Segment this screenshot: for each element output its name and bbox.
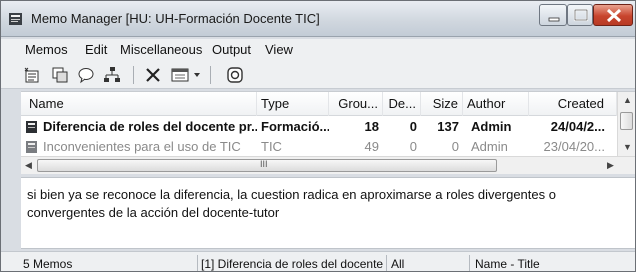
maximize-icon: [573, 8, 589, 22]
scroll-grip: III: [260, 159, 268, 169]
cell-density: 0: [409, 119, 417, 134]
cell-density: 0: [409, 139, 417, 154]
memo-text-pane[interactable]: si bien ya se reconoce la diferencia, la…: [21, 177, 635, 249]
cell-author: Admin: [471, 139, 508, 154]
menu-memos[interactable]: Memos: [25, 42, 68, 57]
table-header: Name Type Grou... De... Size Author Crea…: [21, 92, 617, 116]
status-separator: [197, 255, 198, 271]
menu-miscellaneous[interactable]: Miscellaneous: [120, 42, 202, 57]
column-header-type[interactable]: Type: [257, 92, 329, 116]
status-filter: All: [391, 257, 405, 271]
status-bar: 5 Memos [1] Diferencia de roles del doce…: [1, 251, 635, 271]
view-options-icon[interactable]: [171, 66, 189, 84]
menu-bar: Memos Edit Miscellaneous Output View: [1, 39, 635, 61]
horizontal-scrollbar[interactable]: ◀ III ▶: [21, 156, 635, 174]
cell-size: 0: [451, 139, 459, 154]
dropdown-arrow-icon[interactable]: [192, 66, 202, 84]
cell-type: TIC: [261, 139, 282, 154]
memo-manager-window: Memo Manager [HU: UH-Formación Docente T…: [0, 0, 636, 272]
status-separator: [386, 255, 387, 271]
cell-created: 24/04/2...: [550, 119, 605, 134]
cell-author: Admin: [471, 119, 512, 134]
horizontal-scroll-thumb[interactable]: III: [37, 159, 497, 172]
toolbar-separator: [133, 66, 134, 84]
scroll-down-icon[interactable]: ▼: [623, 142, 632, 152]
cell-name: Diferencia de roles del docente pr...: [43, 119, 257, 134]
column-header-groups[interactable]: Grou...: [329, 92, 383, 116]
left-margin: [1, 89, 21, 251]
column-header-created[interactable]: Created: [529, 92, 617, 116]
status-memo-count: 5 Memos: [23, 257, 73, 271]
memo-icon: [26, 141, 37, 153]
column-header-author[interactable]: Author: [463, 92, 529, 116]
table-row[interactable]: Inconvenientes para el uso de TIC TIC 49…: [21, 137, 617, 157]
menu-output[interactable]: Output: [212, 42, 251, 57]
vertical-scrollbar[interactable]: ▲ ▼: [617, 92, 635, 156]
tree-icon[interactable]: [103, 66, 121, 84]
refresh-icon[interactable]: [226, 66, 244, 84]
memo-text: si bien ya se reconoce la diferencia, la…: [27, 187, 556, 220]
cell-type: Formació...: [261, 119, 329, 134]
title-bar[interactable]: Memo Manager [HU: UH-Formación Docente T…: [1, 1, 635, 37]
status-current-memo: [1] Diferencia de roles del docente: [201, 257, 384, 271]
scroll-left-icon[interactable]: ◀: [25, 160, 32, 171]
new-memo-icon[interactable]: [23, 66, 41, 84]
menu-view[interactable]: View: [265, 42, 293, 57]
vertical-scroll-thumb[interactable]: [620, 112, 633, 130]
column-header-density[interactable]: De...: [383, 92, 421, 116]
toolbar-separator: [210, 66, 211, 84]
scroll-right-icon[interactable]: ▶: [607, 160, 614, 171]
memo-list-table: Name Type Grou... De... Size Author Crea…: [21, 91, 635, 174]
app-memo-icon: [9, 13, 22, 25]
memo-icon: [26, 121, 37, 133]
scroll-up-icon[interactable]: ▲: [623, 95, 632, 105]
table-row[interactable]: Diferencia de roles del docente pr... Fo…: [21, 117, 617, 137]
minimize-button[interactable]: [539, 4, 567, 26]
column-header-size[interactable]: Size: [421, 92, 463, 116]
status-separator: [469, 255, 470, 271]
close-button[interactable]: [593, 4, 633, 26]
minimize-icon: [548, 17, 560, 22]
toolbar: [1, 61, 635, 89]
window-title: Memo Manager [HU: UH-Formación Docente T…: [31, 11, 320, 26]
cell-size: 137: [437, 119, 459, 134]
cell-groups: 18: [364, 119, 379, 134]
copy-memo-icon[interactable]: [51, 66, 69, 84]
cell-groups: 49: [364, 139, 379, 154]
delete-icon[interactable]: [144, 66, 162, 84]
cell-name: Inconvenientes para el uso de TIC: [43, 139, 241, 154]
comment-icon[interactable]: [77, 66, 95, 84]
status-sort: Name - Title: [475, 257, 540, 271]
maximize-button[interactable]: [567, 4, 593, 26]
close-icon: [606, 8, 622, 23]
column-header-name[interactable]: Name: [21, 92, 257, 116]
menu-edit[interactable]: Edit: [85, 42, 107, 57]
cell-created: 23/04/20...: [543, 139, 605, 154]
